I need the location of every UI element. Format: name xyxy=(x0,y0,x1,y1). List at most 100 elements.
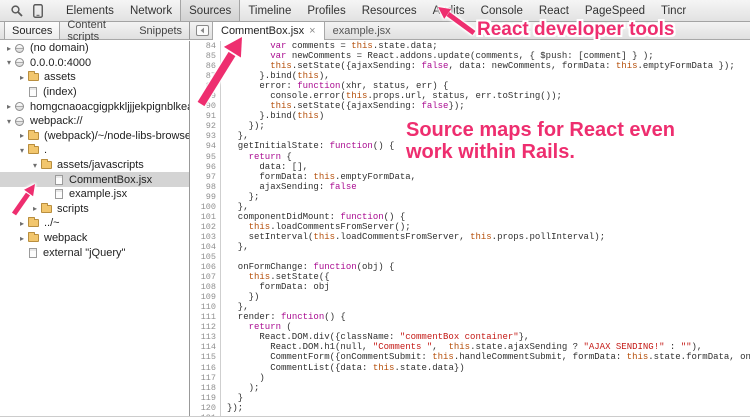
expand-open-icon[interactable]: ▾ xyxy=(17,146,27,155)
panel-tab-sources[interactable]: Sources xyxy=(180,0,240,21)
line-number: 108 xyxy=(191,282,220,292)
code-line[interactable]: }); xyxy=(227,403,750,413)
tree-item-label: external "jQuery" xyxy=(43,247,125,259)
code-line[interactable]: ); xyxy=(227,383,750,393)
line-number: 111 xyxy=(191,312,220,322)
code-content[interactable]: var comments = this.state.data; var newC… xyxy=(221,41,750,416)
panel-tab-react[interactable]: React xyxy=(531,0,577,21)
tree-item-no-domain[interactable]: ▸ (no domain) xyxy=(0,41,189,56)
code-line[interactable]: console.error(this.props.url, status, er… xyxy=(227,91,750,101)
code-line[interactable]: }) xyxy=(227,292,750,302)
expand-closed-icon[interactable]: ▸ xyxy=(30,204,40,213)
source-editor[interactable]: 8485868788899091929394959697989910010110… xyxy=(191,41,750,416)
tree-item-external-jquery[interactable]: external "jQuery" xyxy=(0,245,189,260)
editor-tab-commentbox-jsx[interactable]: CommentBox.jsx× xyxy=(212,22,325,40)
line-number: 92 xyxy=(191,121,220,131)
expand-closed-icon[interactable]: ▸ xyxy=(17,219,27,228)
inspect-element-icon[interactable] xyxy=(6,1,26,21)
code-line[interactable]: }, xyxy=(227,202,750,212)
expand-closed-icon[interactable]: ▸ xyxy=(4,44,14,53)
panel-tab-timeline[interactable]: Timeline xyxy=(240,0,299,21)
expand-closed-icon[interactable]: ▸ xyxy=(17,131,27,140)
code-line[interactable]: }, xyxy=(227,242,750,252)
code-line[interactable]: formData: this.emptyFormData, xyxy=(227,172,750,182)
panel-tab-console[interactable]: Console xyxy=(473,0,531,21)
panel-tab-profiles[interactable]: Profiles xyxy=(299,0,353,21)
code-line[interactable]: }; xyxy=(227,192,750,202)
tree-item-label: (index) xyxy=(43,86,77,98)
expand-open-icon[interactable]: ▾ xyxy=(4,58,14,67)
code-line[interactable]: render: function() { xyxy=(227,312,750,322)
code-line[interactable]: React.DOM.h1(null, "Comments ", this.sta… xyxy=(227,342,750,352)
expand-closed-icon[interactable]: ▸ xyxy=(17,73,27,82)
tree-item-index[interactable]: (index) xyxy=(0,85,189,100)
code-line[interactable]: } xyxy=(227,393,750,403)
expand-closed-icon[interactable]: ▸ xyxy=(17,234,27,243)
expand-open-icon[interactable]: ▾ xyxy=(4,117,14,126)
tree-item-example-jsx[interactable]: example.jsx xyxy=(0,187,189,202)
code-line[interactable]: }.bind(this) xyxy=(227,111,750,121)
panel-tab-resources[interactable]: Resources xyxy=(354,0,425,21)
code-line[interactable]: this.setState({ xyxy=(227,272,750,282)
sidebar-tab-snippets[interactable]: Snippets xyxy=(132,22,189,39)
editor-tab-label: example.jsx xyxy=(333,25,391,37)
tree-item-homgcnaoacgigpkkljjjekpignblkeae[interactable]: ▸homgcnaoacgigpkkljjjekpignblkeae xyxy=(0,99,189,114)
code-line[interactable]: CommentForm({onCommentSubmit: this.handl… xyxy=(227,352,750,362)
code-line[interactable]: componentDidMount: function() { xyxy=(227,212,750,222)
file-icon xyxy=(29,87,37,97)
sidebar-tab-content-scripts[interactable]: Content scripts xyxy=(60,22,132,39)
code-line[interactable]: this.setState({ajaxSending: false}); xyxy=(227,101,750,111)
line-number: 114 xyxy=(191,342,220,352)
code-line[interactable]: this.setState({ajaxSending: false, data:… xyxy=(227,61,750,71)
code-line[interactable]: onFormChange: function(obj) { xyxy=(227,262,750,272)
sidebar-tab-sources[interactable]: Sources xyxy=(4,22,60,39)
code-line[interactable]: }, xyxy=(227,131,750,141)
editor-tab-example-jsx[interactable]: example.jsx xyxy=(325,22,399,39)
code-line[interactable]: ajaxSending: false xyxy=(227,182,750,192)
tree-item-label: (no domain) xyxy=(30,42,89,54)
line-number: 98 xyxy=(191,182,220,192)
line-number-gutter: 8485868788899091929394959697989910010110… xyxy=(191,41,221,416)
panel-tab-audits[interactable]: Audits xyxy=(425,0,473,21)
panel-tab-network[interactable]: Network xyxy=(122,0,180,21)
panel-tab-pagespeed[interactable]: PageSpeed xyxy=(577,0,653,21)
code-line[interactable]: CommentList({data: this.state.data}) xyxy=(227,363,750,373)
code-line[interactable]: this.loadCommentsFromServer(); xyxy=(227,222,750,232)
code-line[interactable]: React.DOM.div({className: "commentBox co… xyxy=(227,332,750,342)
tree-item-item[interactable]: ▸ ../~ xyxy=(0,216,189,231)
line-number: 115 xyxy=(191,352,220,362)
tree-item-assets-javascripts[interactable]: ▾assets/javascripts xyxy=(0,158,189,173)
tree-item-webpack-node-libs-browser-p[interactable]: ▸(webpack)/~/node-libs-browser/~/p xyxy=(0,129,189,144)
tree-item-label: ../~ xyxy=(44,217,60,229)
code-line[interactable] xyxy=(227,413,750,416)
tree-item-scripts[interactable]: ▸scripts xyxy=(0,202,189,217)
close-tab-icon[interactable]: × xyxy=(309,26,315,37)
code-line[interactable]: var newComments = React.addons.update(co… xyxy=(227,51,750,61)
tree-item-webpack[interactable]: ▸webpack xyxy=(0,231,189,246)
code-line[interactable]: return ( xyxy=(227,322,750,332)
expand-closed-icon[interactable]: ▸ xyxy=(4,102,14,111)
panel-tab-tincr[interactable]: Tincr xyxy=(653,0,694,21)
code-line[interactable]: error: function(xhr, status, err) { xyxy=(227,81,750,91)
code-line[interactable]: }.bind(this), xyxy=(227,71,750,81)
tree-item-0-0-0-0-4000[interactable]: ▾0.0.0.0:4000 xyxy=(0,56,189,71)
tree-item-label: CommentBox.jsx xyxy=(69,174,152,186)
tree-item-assets[interactable]: ▸assets xyxy=(0,70,189,85)
code-line[interactable]: }, xyxy=(227,302,750,312)
code-line[interactable]: formData: obj xyxy=(227,282,750,292)
code-line[interactable] xyxy=(227,252,750,262)
code-line[interactable]: }); xyxy=(227,121,750,131)
code-line[interactable]: setInterval(this.loadCommentsFromServer,… xyxy=(227,232,750,242)
code-line[interactable]: ) xyxy=(227,373,750,383)
code-line[interactable]: getInitialState: function() { xyxy=(227,141,750,151)
code-line[interactable]: data: [], xyxy=(227,162,750,172)
device-mode-icon[interactable] xyxy=(28,1,48,21)
expand-open-icon[interactable]: ▾ xyxy=(30,161,40,170)
tree-item-webpack[interactable]: ▾webpack:// xyxy=(0,114,189,129)
code-line[interactable]: var comments = this.state.data; xyxy=(227,41,750,51)
show-navigator-icon[interactable] xyxy=(193,22,212,39)
tree-item-commentbox-jsx[interactable]: CommentBox.jsx xyxy=(0,172,189,187)
line-number: 89 xyxy=(191,91,220,101)
code-line[interactable]: return { xyxy=(227,152,750,162)
tree-item-item[interactable]: ▾. xyxy=(0,143,189,158)
